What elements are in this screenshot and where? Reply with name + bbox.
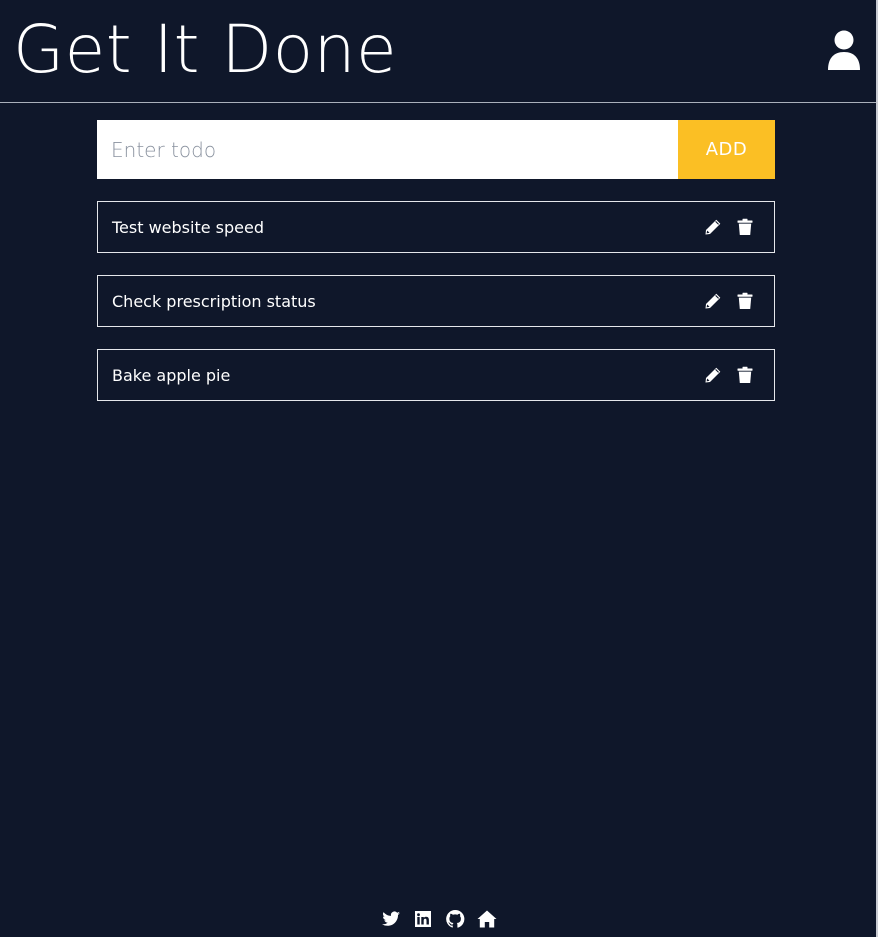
todo-input[interactable] <box>97 120 678 179</box>
todo-actions <box>704 366 754 384</box>
user-account-button[interactable] <box>826 30 862 70</box>
user-icon <box>828 30 860 70</box>
trash-icon <box>737 218 753 235</box>
github-icon <box>446 909 465 928</box>
todo-actions <box>704 218 754 236</box>
github-link[interactable] <box>445 909 465 929</box>
todo-text: Check prescription status <box>112 291 316 311</box>
delete-todo-button[interactable] <box>736 366 754 384</box>
todo-actions <box>704 292 754 310</box>
app-page: Get It Done ADD Test website speed <box>0 0 878 937</box>
linkedin-link[interactable] <box>413 909 433 929</box>
edit-todo-button[interactable] <box>704 366 722 384</box>
edit-todo-button[interactable] <box>704 292 722 310</box>
add-todo-form: ADD <box>97 120 775 179</box>
todo-list: Test website speed Check prescription st… <box>97 201 775 423</box>
trash-icon <box>737 366 753 383</box>
todo-item: Bake apple pie <box>97 349 775 401</box>
app-title: Get It Done <box>13 11 398 88</box>
home-icon <box>477 910 497 928</box>
todo-item: Check prescription status <box>97 275 775 327</box>
app-header: Get It Done <box>0 0 876 103</box>
twitter-link[interactable] <box>381 909 401 929</box>
pencil-icon <box>705 293 721 309</box>
twitter-icon <box>382 911 400 926</box>
trash-icon <box>737 292 753 309</box>
todo-text: Test website speed <box>112 217 264 237</box>
linkedin-icon <box>415 911 431 927</box>
pencil-icon <box>705 367 721 383</box>
footer-social-links <box>0 904 878 934</box>
home-link[interactable] <box>477 909 497 929</box>
add-button[interactable]: ADD <box>678 120 775 179</box>
edit-todo-button[interactable] <box>704 218 722 236</box>
delete-todo-button[interactable] <box>736 292 754 310</box>
todo-text: Bake apple pie <box>112 365 231 385</box>
delete-todo-button[interactable] <box>736 218 754 236</box>
pencil-icon <box>705 219 721 235</box>
todo-item: Test website speed <box>97 201 775 253</box>
